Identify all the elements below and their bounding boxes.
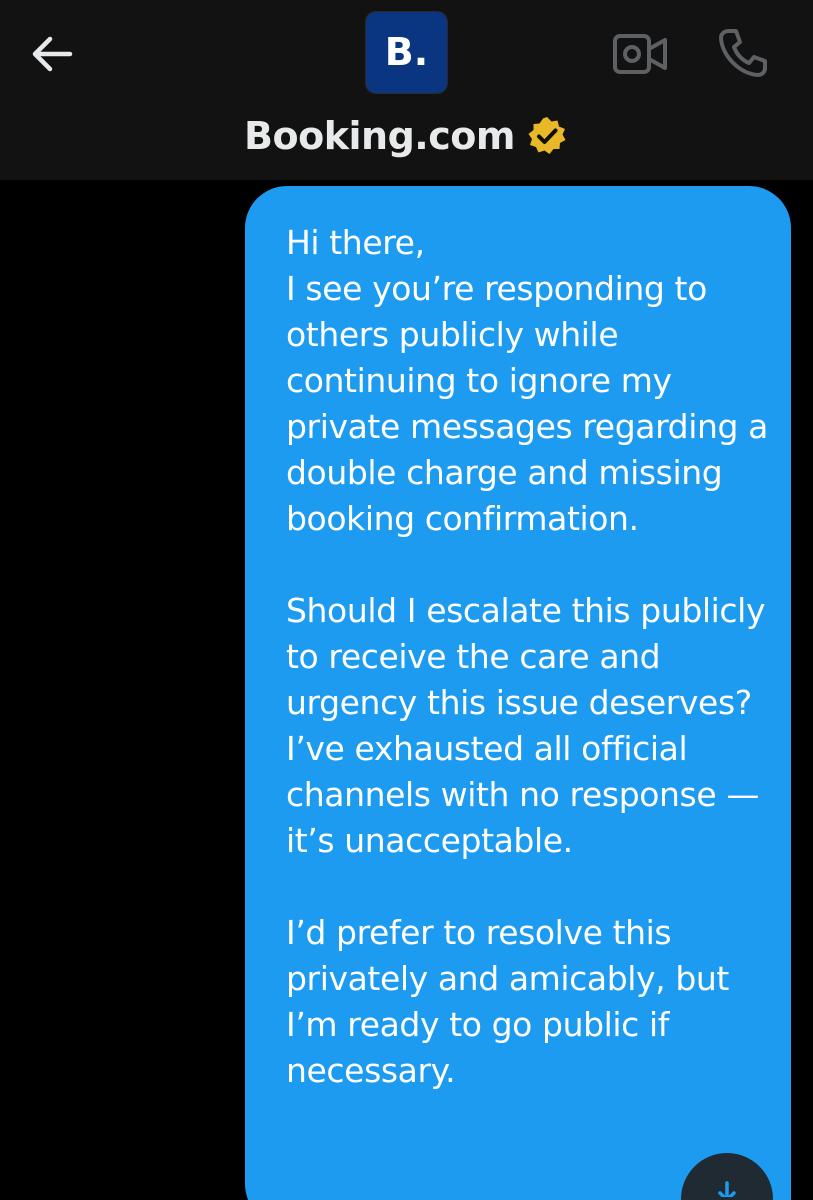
phone-icon — [719, 29, 767, 77]
message-paragraph: I’d prefer to resolve this privately and… — [286, 913, 729, 1090]
back-button[interactable] — [20, 22, 84, 86]
video-camera-icon — [613, 34, 667, 74]
arrow-down-icon — [718, 1181, 736, 1197]
video-call-button[interactable] — [608, 24, 674, 84]
voice-call-button[interactable] — [710, 20, 776, 86]
arrow-left-icon — [32, 36, 73, 72]
conversation-header: B. Booking.com — [0, 0, 813, 180]
message-paragraph: Hi there, I see you’re responding to oth… — [286, 223, 768, 538]
verified-badge-icon — [525, 114, 569, 158]
avatar-logo-text: B. — [384, 29, 429, 74]
sent-message-bubble[interactable]: Hi there, I see you’re responding to oth… — [245, 186, 791, 1200]
contact-name: Booking.com — [244, 114, 515, 158]
avatar[interactable]: B. — [366, 12, 447, 93]
message-paragraph: Should I escalate this publicly to recei… — [286, 591, 766, 860]
contact-name-row: Booking.com — [0, 108, 813, 164]
dm-conversation-screen: B. Booking.com Hi there, I see you’re re… — [0, 0, 813, 1200]
